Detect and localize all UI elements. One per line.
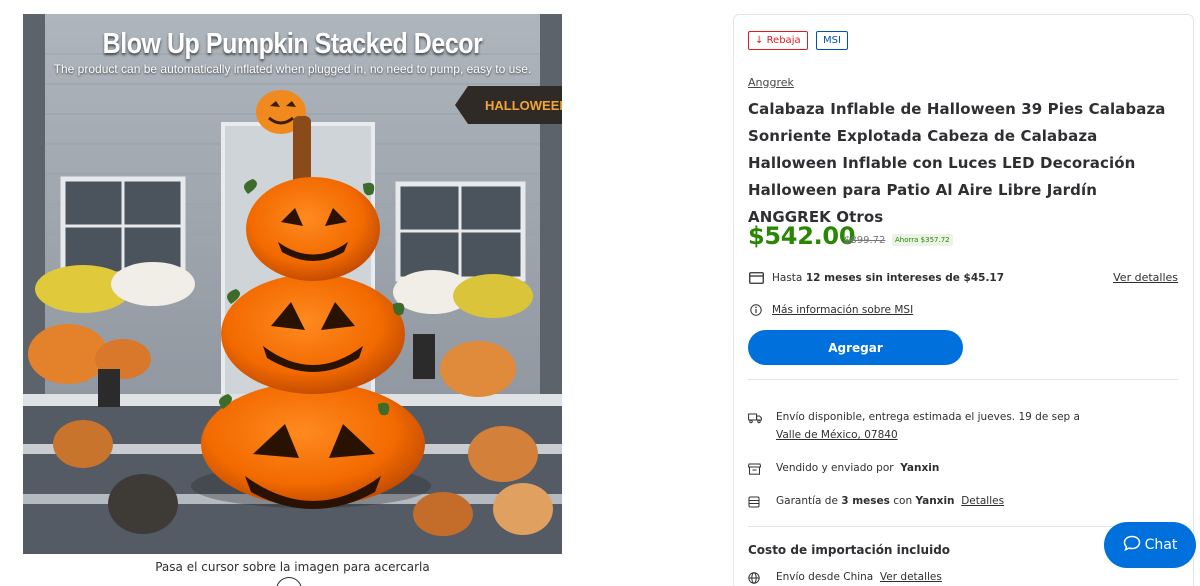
store-icon xyxy=(747,463,762,475)
zoom-hint: Pasa el cursor sobre la imagen para acer… xyxy=(155,560,430,574)
installments-row: Hasta 12 meses sin intereses de $45.17 xyxy=(748,271,1004,285)
product-title: Calabaza Inflable de Halloween 39 Pies C… xyxy=(748,100,1166,226)
chat-bubble-icon xyxy=(1123,535,1141,555)
msi-badge: MSI xyxy=(816,31,848,50)
seller-row: Vendido y enviado por Yanxin xyxy=(747,462,1168,478)
zoom-icon[interactable] xyxy=(276,577,302,586)
chat-label: Chat xyxy=(1144,537,1178,553)
seller-name: Yanxin xyxy=(900,462,940,474)
halloween-sign-text: HALLOWEEN xyxy=(485,98,562,113)
location-link[interactable]: Valle de México, 07840 xyxy=(776,429,898,441)
info-icon xyxy=(748,303,764,317)
installments-details-link[interactable]: Ver detalles xyxy=(1113,271,1178,284)
arrow-down-icon: ↓ xyxy=(755,35,767,46)
original-price: $899.72 xyxy=(844,235,886,246)
image-subheadline: The product can be automatically inflate… xyxy=(53,62,532,76)
warranty-details-link[interactable]: Detalles xyxy=(961,495,1004,507)
sale-badge: ↓ Rebaja xyxy=(748,31,808,50)
savings-badge: Ahorra $357.72 xyxy=(892,234,953,246)
image-headline: Blow Up Pumpkin Stacked Decor xyxy=(102,28,483,60)
current-price: $542.00 xyxy=(748,222,856,250)
shipping-row: Envío disponible, entrega estimada el ju… xyxy=(748,411,1168,443)
credit-card-icon xyxy=(748,271,764,285)
buy-box: ↓ Rebaja MSI Anggrek Calabaza Inflable d… xyxy=(733,14,1194,586)
msi-info-row: Más información sobre MSI xyxy=(748,303,913,317)
shield-icon xyxy=(748,496,762,508)
import-cost-heading: Costo de importación incluido xyxy=(748,543,951,557)
brand-link[interactable]: Anggrek xyxy=(748,76,794,89)
product-photo-illustration: HALLOWEEN xyxy=(23,14,562,554)
shipping-text: Envío disponible, entrega estimada el ju… xyxy=(776,411,1080,423)
truck-icon xyxy=(748,412,762,424)
warranty-row: Garantía de 3 meses con Yanxin Detalles xyxy=(748,495,1168,511)
divider xyxy=(748,379,1178,380)
origin-row: Envío desde China Ver detalles xyxy=(748,571,1168,586)
add-to-cart-button[interactable]: Agregar xyxy=(748,330,963,365)
globe-icon xyxy=(748,572,762,584)
product-image[interactable]: HALLOWEEN Blow Up Pumpkin Stacked Decor … xyxy=(23,14,562,554)
chat-button[interactable]: Chat xyxy=(1104,522,1196,568)
origin-details-link[interactable]: Ver detalles xyxy=(880,571,942,583)
msi-info-link[interactable]: Más información sobre MSI xyxy=(772,304,913,316)
